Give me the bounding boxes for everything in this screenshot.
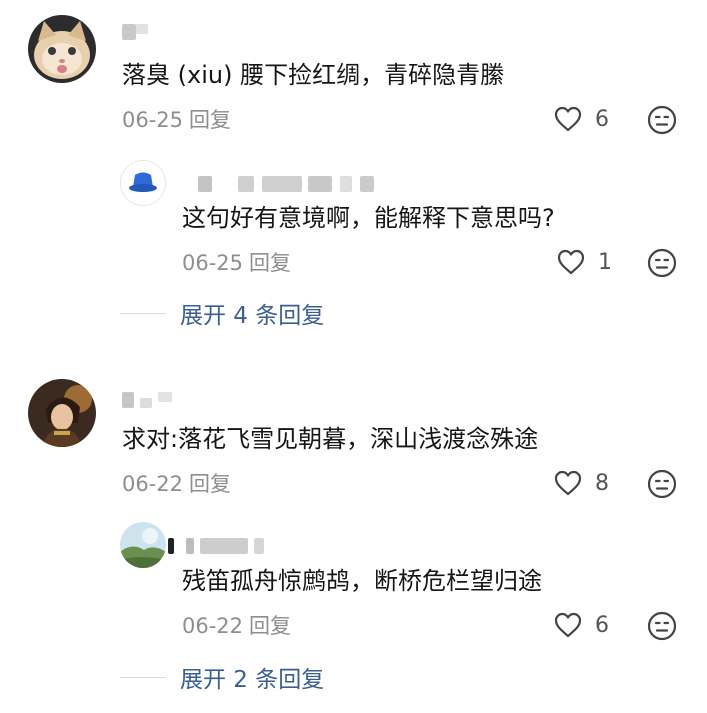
dislike-button[interactable] (647, 105, 677, 135)
heart-outline-icon (554, 612, 582, 638)
neutral-face-icon (647, 105, 677, 135)
neutral-face-icon (647, 248, 677, 278)
username-redacted[interactable] (122, 24, 156, 40)
reply-meta: 06-22 回复 (182, 610, 291, 640)
reply-date: 06-25 (182, 251, 244, 275)
comment-meta: 06-25 回复 (122, 104, 231, 134)
reply-text: 这句好有意境啊，能解释下意思吗? (182, 204, 555, 232)
like-count: 8 (595, 470, 609, 496)
reply-button[interactable]: 回复 (189, 472, 231, 496)
reply-text: 残笛孤舟惊鹧鸪，断桥危栏望归途 (182, 567, 542, 595)
expand-replies-button[interactable]: 展开 2 条回复 (120, 660, 324, 694)
divider (120, 676, 166, 678)
comment-text: 落臭 (xiu) 腰下捡红绸，青碎隐青縢 (122, 61, 505, 89)
cat-avatar-icon (28, 15, 96, 83)
anime-character-avatar-icon (28, 379, 96, 447)
comment-date: 06-25 (122, 108, 184, 132)
username-redacted[interactable] (198, 176, 378, 192)
like-count: 6 (595, 612, 609, 638)
username-redacted[interactable] (168, 538, 278, 554)
like-button[interactable]: 6 (553, 105, 609, 133)
expand-replies-label: 展开 2 条回复 (180, 667, 325, 693)
neutral-face-icon (647, 611, 677, 641)
username-redacted[interactable] (122, 392, 178, 408)
heart-outline-icon (554, 106, 582, 132)
expand-replies-label: 展开 4 条回复 (180, 303, 325, 329)
reply-meta: 06-25 回复 (182, 247, 291, 277)
reply-button[interactable]: 回复 (249, 251, 291, 275)
avatar[interactable] (28, 379, 96, 447)
like-count: 6 (595, 106, 609, 132)
like-button[interactable]: 1 (556, 248, 612, 276)
heart-outline-icon (557, 249, 585, 275)
comment-date: 06-22 (122, 472, 184, 496)
neutral-face-icon (647, 469, 677, 499)
comment-meta: 06-22 回复 (122, 468, 231, 498)
bucket-hat-avatar-icon (121, 161, 165, 205)
comment-text: 求对:落花飞雪见朝暮，深山浅渡念殊途 (122, 425, 539, 453)
avatar[interactable] (120, 160, 166, 206)
avatar[interactable] (120, 522, 166, 568)
dislike-button[interactable] (647, 611, 677, 641)
heart-outline-icon (554, 470, 582, 496)
like-button[interactable]: 6 (553, 611, 609, 639)
avatar[interactable] (28, 15, 96, 83)
divider (120, 312, 166, 314)
reply-button[interactable]: 回复 (189, 108, 231, 132)
expand-replies-button[interactable]: 展开 4 条回复 (120, 296, 324, 330)
reply-button[interactable]: 回复 (249, 614, 291, 638)
reply-date: 06-22 (182, 614, 244, 638)
like-button[interactable]: 8 (553, 469, 609, 497)
dislike-button[interactable] (647, 248, 677, 278)
dislike-button[interactable] (647, 469, 677, 499)
landscape-avatar-icon (120, 522, 166, 568)
like-count: 1 (598, 249, 612, 275)
